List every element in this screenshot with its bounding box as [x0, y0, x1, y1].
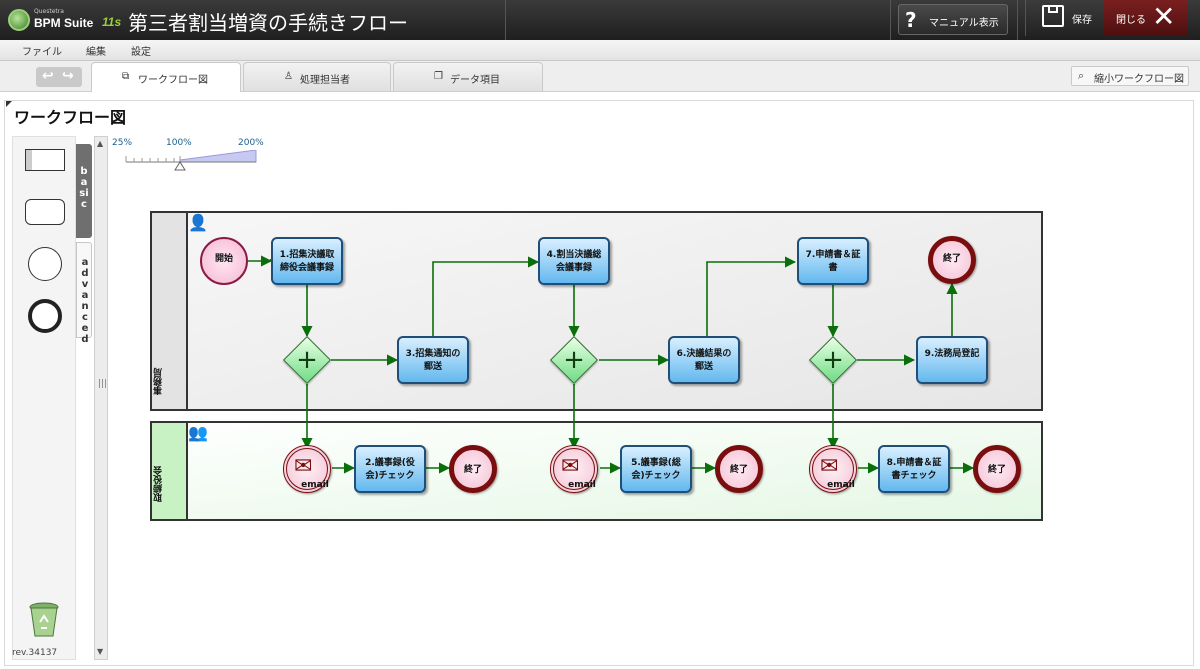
- zoom-max-label: 200%: [238, 138, 264, 148]
- manual-button[interactable]: ? マニュアル表示: [898, 4, 1008, 35]
- palette-task-shape[interactable]: [25, 199, 65, 225]
- end-event-top[interactable]: 終了: [928, 236, 976, 284]
- tab-workflow[interactable]: ⧉ ワークフロー図: [91, 62, 241, 92]
- task-1[interactable]: 1.招集決議取 締役会議事録: [271, 237, 343, 285]
- palette-start-event-shape[interactable]: [28, 247, 62, 281]
- end-label: 終了: [942, 254, 961, 264]
- lane-label-board: 取締役会: [154, 466, 164, 502]
- trash-icon[interactable]: [28, 602, 60, 638]
- tab-assignees-label: 処理担当者: [300, 75, 350, 86]
- app-title: 第三者割当増資の手続きフロー: [128, 11, 408, 35]
- gateway-plus-icon: +: [563, 345, 585, 375]
- copy-icon: ❐: [434, 71, 443, 82]
- revision-label: rev.34137: [12, 648, 58, 658]
- envelope-icon: ✉: [294, 454, 313, 479]
- logo-version: 11s: [102, 15, 122, 29]
- end-event-2[interactable]: 終了: [715, 445, 763, 493]
- email-label: email: [301, 480, 329, 490]
- palette-swimlane-shape[interactable]: [25, 149, 65, 171]
- scroll-up-icon[interactable]: ▲: [97, 139, 103, 148]
- splitter-grip-icon[interactable]: |||: [98, 379, 107, 389]
- menu-settings[interactable]: 設定: [131, 43, 151, 58]
- palette-splitter[interactable]: ▲ ||| ▼: [94, 136, 108, 660]
- palette-tab-advanced[interactable]: advanced: [76, 242, 92, 345]
- tab-data-items[interactable]: ❐ データ項目: [393, 62, 543, 91]
- mini-workflow-label: 縮小ワークフロー図: [1094, 74, 1184, 85]
- undo-redo-group: ↩ ↪: [36, 67, 82, 87]
- task-8[interactable]: 8.申請書＆証 書チェック: [878, 445, 950, 493]
- tab-data-items-label: データ項目: [450, 75, 500, 86]
- lane-label-secretariat: 事務局: [154, 368, 164, 395]
- palette-tab-basic[interactable]: basic: [76, 144, 92, 238]
- close-label: 閉じる: [1116, 15, 1146, 26]
- help-icon: ?: [905, 8, 917, 32]
- task-9[interactable]: 9.法務局登記: [916, 336, 988, 384]
- task-5[interactable]: 5.議事録(総 会)チェック: [620, 445, 692, 493]
- zoom-min-label: 25%: [112, 138, 133, 148]
- end-label: 終了: [463, 465, 482, 475]
- save-label: 保存: [1072, 15, 1092, 26]
- email-event-1[interactable]: ✉ email: [283, 445, 331, 493]
- email-event-3[interactable]: ✉ email: [809, 445, 857, 493]
- panel-collapse-icon[interactable]: [6, 101, 12, 107]
- person-icon: ♙: [284, 71, 293, 82]
- envelope-icon: ✉: [561, 454, 580, 479]
- zoom-thumb-icon: [174, 161, 186, 171]
- email-label: email: [827, 480, 855, 490]
- zoom-slider[interactable]: [124, 149, 258, 172]
- end-event-1[interactable]: 終了: [449, 445, 497, 493]
- task-7[interactable]: 7.申請書＆証 書: [797, 237, 869, 285]
- gateway-plus-icon: +: [822, 345, 844, 375]
- end-label: 終了: [987, 465, 1006, 475]
- logo-company: Questetra: [34, 8, 64, 15]
- workflow-icon: ⧉: [122, 71, 130, 82]
- palette-tab-basic-label: basic: [79, 166, 89, 210]
- start-event[interactable]: 開始: [200, 237, 248, 285]
- menu-file[interactable]: ファイル: [22, 43, 62, 58]
- manual-label: マニュアル表示: [929, 18, 999, 29]
- workflow-diagram: 👤 👥 事務局 取締役会 開始 1.招集決議取 締役会議事録 + 3.招集通知の…: [148, 208, 1048, 524]
- mini-workflow-button[interactable]: ⌕ 縮小ワークフロー図: [1071, 66, 1189, 86]
- floppy-disk-icon: [1042, 5, 1064, 27]
- envelope-icon: ✉: [820, 454, 839, 479]
- email-event-2[interactable]: ✉ email: [550, 445, 598, 493]
- menu-edit[interactable]: 編集: [86, 43, 106, 58]
- end-label: 終了: [729, 465, 748, 475]
- shape-palette: [12, 136, 76, 660]
- undo-icon[interactable]: ↩: [42, 68, 54, 84]
- menu-bar: ファイル 編集 設定: [0, 40, 1200, 61]
- questetra-logo: Questetra BPM Suite 11s: [8, 7, 122, 33]
- task-6[interactable]: 6.決議結果の 郵送: [668, 336, 740, 384]
- close-icon: ✕: [1152, 0, 1176, 33]
- header-divider: [505, 0, 506, 40]
- task-2[interactable]: 2.議事録(役 会)チェック: [354, 445, 426, 493]
- panel-title: ワークフロー図: [14, 108, 127, 127]
- close-button[interactable]: 閉じる ✕: [1104, 0, 1188, 36]
- email-label: email: [568, 480, 596, 490]
- logo-product: BPM Suite: [34, 16, 94, 30]
- zoom-mid-label: 100%: [166, 138, 192, 148]
- save-button[interactable]: 保存: [1025, 0, 1104, 36]
- task-3[interactable]: 3.招集通知の 郵送: [397, 336, 469, 384]
- person-icon: 👤: [188, 213, 208, 232]
- magnifier-icon: ⌕: [1078, 69, 1085, 82]
- header-divider: [890, 0, 891, 40]
- palette-tab-advanced-label: advanced: [81, 257, 89, 345]
- palette-end-event-shape[interactable]: [28, 299, 62, 333]
- tab-workflow-label: ワークフロー図: [138, 75, 208, 86]
- scroll-down-icon[interactable]: ▼: [97, 647, 103, 656]
- task-4[interactable]: 4.割当決議総 会議事録: [538, 237, 610, 285]
- group-icon: 👥: [188, 423, 208, 442]
- tab-assignees[interactable]: ♙ 処理担当者: [243, 62, 391, 91]
- redo-icon[interactable]: ↪: [62, 68, 74, 84]
- start-label: 開始: [214, 254, 233, 264]
- logo-mark-icon: [8, 9, 30, 31]
- header-divider: [1017, 0, 1018, 40]
- gateway-plus-icon: +: [296, 345, 318, 375]
- end-event-3[interactable]: 終了: [973, 445, 1021, 493]
